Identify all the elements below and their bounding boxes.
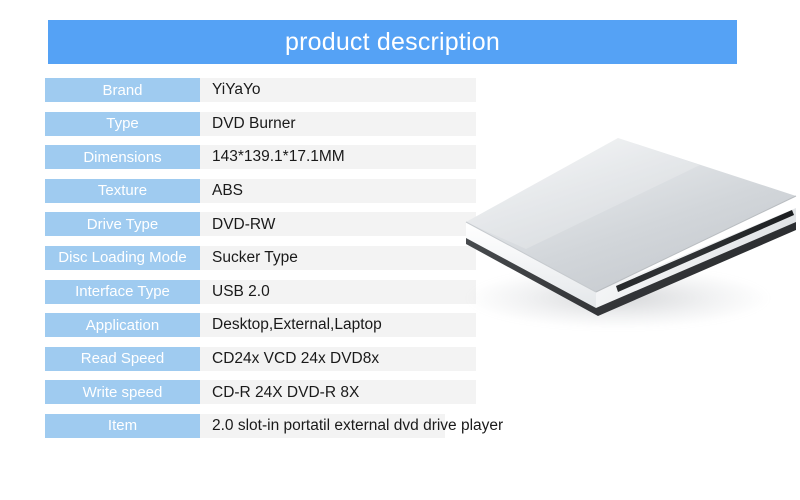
spec-value: ABS <box>200 178 476 203</box>
spec-value: YiYaYo <box>200 78 476 102</box>
spec-value: Desktop,External,Laptop <box>200 313 476 338</box>
spec-label: Write speed <box>45 380 200 405</box>
product-image <box>448 118 800 350</box>
spec-label: Interface Type <box>45 279 200 304</box>
spec-value: CD24x VCD 24x DVD8x <box>200 346 476 371</box>
spec-label: Drive Type <box>45 212 200 237</box>
spec-value: Sucker Type <box>200 245 476 270</box>
table-row: Brand YiYaYo <box>45 78 605 102</box>
table-row: Write speed CD-R 24X DVD-R 8X <box>45 380 605 405</box>
spec-value: 2.0 slot-in portatil external dvd drive … <box>200 413 503 438</box>
spec-label: Disc Loading Mode <box>45 245 200 270</box>
spec-value: USB 2.0 <box>200 279 476 304</box>
product-description-page: product description Brand YiYaYo Type DV… <box>0 0 800 500</box>
spec-label: Read Speed <box>45 346 200 371</box>
spec-value: 143*139.1*17.1MM <box>200 145 476 170</box>
page-title: product description <box>284 27 501 56</box>
table-row: Item 2.0 slot-in portatil external dvd d… <box>45 413 605 438</box>
spec-label: Dimensions <box>45 145 200 170</box>
dvd-drive-illustration <box>448 118 800 350</box>
spec-label: Application <box>45 313 200 338</box>
spec-value: CD-R 24X DVD-R 8X <box>200 380 476 405</box>
spec-value: DVD-RW <box>200 212 476 237</box>
spec-label: Item <box>45 413 200 438</box>
spec-value: DVD Burner <box>200 111 476 136</box>
dvd-drive-svg <box>465 138 797 316</box>
spec-label: Brand <box>45 78 200 102</box>
spec-label: Type <box>45 111 200 136</box>
table-row: Read Speed CD24x VCD 24x DVD8x <box>45 346 605 371</box>
spec-label: Texture <box>45 178 200 203</box>
page-title-banner: product description <box>48 20 737 64</box>
